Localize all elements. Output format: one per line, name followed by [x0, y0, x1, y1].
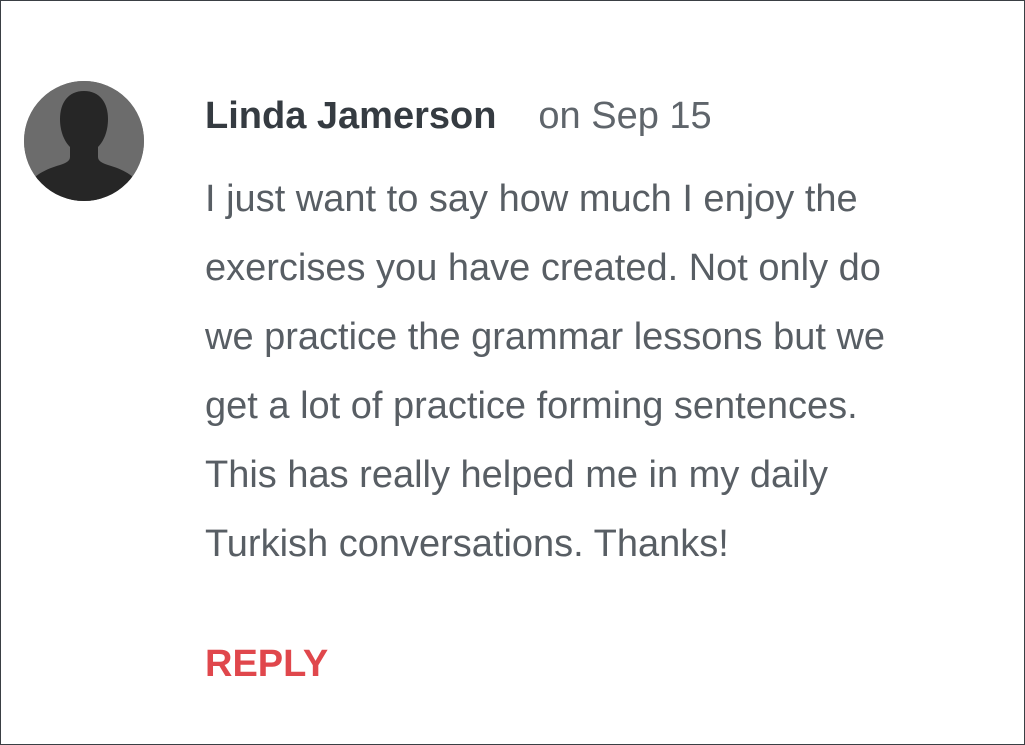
comment-text-line: Turkish conversations. Thanks!: [205, 523, 729, 565]
comment-text-line: we practice the grammar lessons but we: [205, 316, 886, 358]
comment-text-line: I just want to say how much I enjoy the: [205, 178, 858, 220]
default-user-silhouette-icon: [24, 81, 144, 201]
comment-card: Linda Jamerson on Sep 15 I just want to …: [0, 0, 1025, 745]
avatar[interactable]: [24, 81, 144, 201]
comment-text-line: get a lot of practice forming sentences.: [205, 385, 858, 427]
reply-link[interactable]: REPLY: [205, 643, 328, 686]
comment-date: on Sep 15: [538, 94, 712, 137]
comment-text-line: This has really helped me in my daily: [205, 454, 829, 496]
comment-body: Linda Jamerson on Sep 15 I just want to …: [205, 89, 1005, 579]
comment-meta: Linda Jamerson on Sep 15: [205, 89, 1005, 143]
comment-author[interactable]: Linda Jamerson: [205, 95, 496, 138]
comment-text: I just want to say how much I enjoy the …: [205, 165, 1005, 579]
comment-text-line: exercises you have created. Not only do: [205, 247, 881, 289]
